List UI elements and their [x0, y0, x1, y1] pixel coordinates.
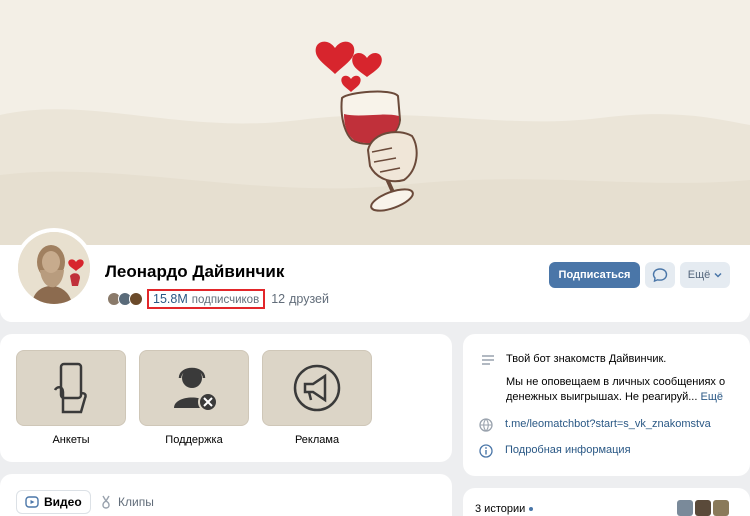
- stories-card[interactable]: 3 истории: [463, 488, 750, 516]
- story-thumbnail: [677, 500, 693, 516]
- stories-label: 3 истории: [475, 503, 534, 515]
- friends-counter[interactable]: 12 друзей: [271, 292, 329, 306]
- telegram-link[interactable]: t.me/leomatchbot?start=s_vk_znakomstva: [505, 418, 711, 432]
- description-more-link[interactable]: Ещё: [700, 391, 723, 403]
- story-thumbnail: [713, 500, 729, 516]
- app-reklama[interactable]: Реклама: [262, 350, 372, 446]
- description: Твой бот знакомств Дайвинчик. Мы не опов…: [506, 352, 746, 413]
- support-agent-icon: [174, 367, 218, 412]
- app-tile: [262, 350, 372, 426]
- app-label: Анкеты: [52, 434, 90, 446]
- tab-video[interactable]: Видео: [16, 490, 91, 514]
- more-button[interactable]: Ещё: [680, 262, 730, 288]
- chevron-down-icon: [714, 272, 722, 278]
- app-tile: [139, 350, 249, 426]
- app-tile: [16, 350, 126, 426]
- apps-card: Анкеты Поддержка Реклама: [0, 334, 452, 462]
- description-body: Мы не оповещаем в личных сообщениях о де…: [506, 376, 726, 403]
- clips-icon: [102, 495, 110, 509]
- info-row-link: t.me/leomatchbot?start=s_vk_znakomstva: [479, 418, 711, 432]
- avatar[interactable]: [14, 228, 94, 308]
- stories-count: 3 истории: [475, 503, 526, 515]
- tab-clips[interactable]: Клипы: [100, 490, 154, 514]
- follower-avatar: [129, 292, 143, 306]
- video-icon: [25, 496, 39, 508]
- tagline: Твой бот знакомств Дайвинчик.: [506, 353, 667, 365]
- more-label: Ещё: [687, 269, 711, 281]
- followers-counter[interactable]: 15.8M подписчиков: [147, 289, 266, 309]
- followers-count: 15.8M: [153, 292, 188, 306]
- info-card: Твой бот знакомств Дайвинчик. Мы не опов…: [463, 334, 750, 476]
- subscribe-button[interactable]: Подписаться: [549, 262, 640, 288]
- cover-illustration: [0, 41, 750, 245]
- profile-stats: 15.8M подписчиков 12 друзей: [107, 289, 329, 309]
- phone-hand-icon: [53, 362, 87, 414]
- media-tabs-card: Видео Клипы: [0, 474, 452, 516]
- followers-label: подписчиков: [191, 294, 260, 306]
- message-icon: [652, 268, 668, 283]
- story-thumbnails[interactable]: [677, 500, 729, 516]
- friends-count: 12: [271, 292, 286, 306]
- info-icon: [479, 444, 493, 458]
- details-link[interactable]: Подробная информация: [505, 444, 631, 458]
- avatar-image: [18, 232, 90, 304]
- story-thumbnail: [695, 500, 711, 516]
- message-button[interactable]: [645, 262, 675, 288]
- friends-label: друзей: [289, 292, 329, 306]
- tab-clips-label: Клипы: [118, 495, 154, 509]
- info-row-details: Подробная информация: [479, 444, 631, 458]
- follower-avatars[interactable]: [107, 292, 143, 306]
- app-label: Поддержка: [165, 434, 223, 446]
- app-podderzhka[interactable]: Поддержка: [139, 350, 249, 446]
- app-ankety[interactable]: Анкеты: [16, 350, 126, 446]
- profile-name: Леонардо Дайвинчик: [105, 262, 285, 281]
- globe-icon: [479, 418, 493, 432]
- text-lines-icon: [482, 355, 494, 365]
- tab-video-label: Видео: [44, 495, 82, 509]
- stories-dot: [529, 507, 534, 511]
- cover-image: [0, 0, 750, 245]
- app-label: Реклама: [294, 434, 340, 446]
- description-text: Мы не оповещаем в личных сообщениях о де…: [506, 375, 746, 405]
- megaphone-icon: [293, 364, 341, 412]
